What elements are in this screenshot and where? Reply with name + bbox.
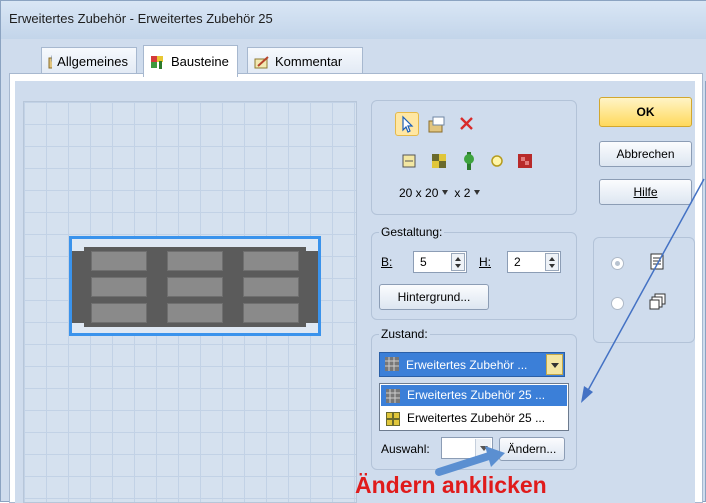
blocks-icon [150,55,166,69]
annotation-line [586,179,704,394]
annotation-text: Ändern anklicken [355,472,547,499]
annotation-thick-arrow [439,456,489,472]
dialog-window: Erweitertes Zubehör - Erweitertes Zubehö… [0,0,706,502]
arrow-head-icon [581,386,593,403]
annotation-arrows [1,1,706,503]
tab-label: Bausteine [171,54,229,69]
tab-bausteine[interactable]: Bausteine [143,45,238,77]
arrow-head-icon [485,446,505,467]
